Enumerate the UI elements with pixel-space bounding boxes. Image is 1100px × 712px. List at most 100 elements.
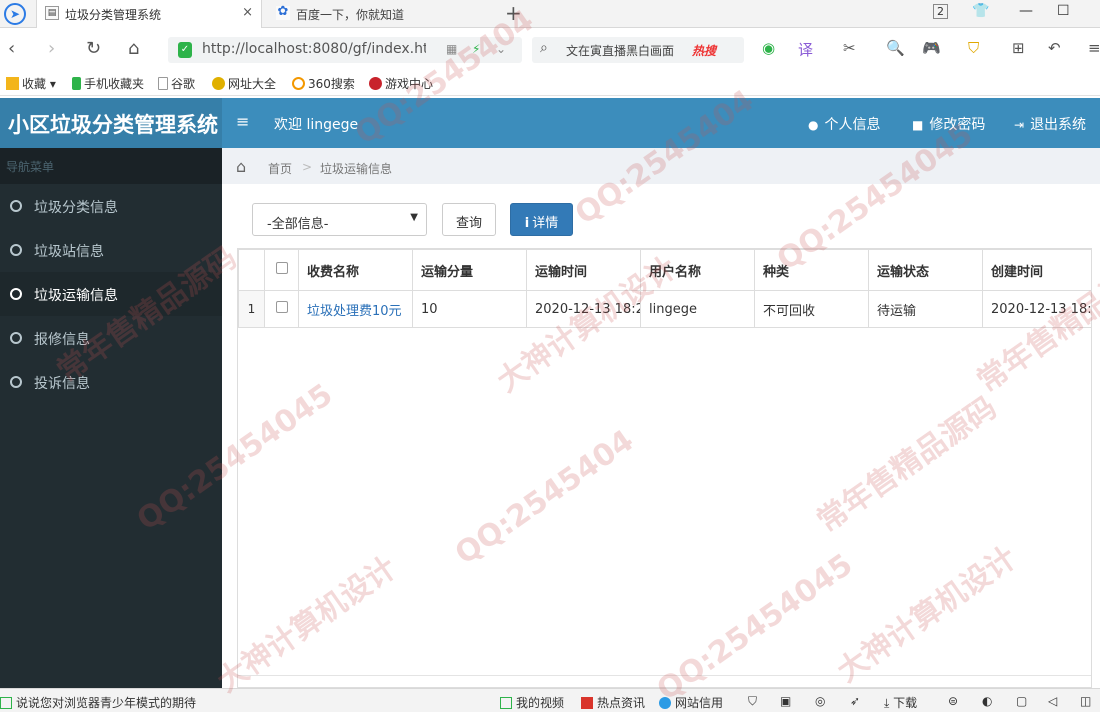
table-cell: 2020-12-13 18:24 (526, 290, 641, 328)
skin-icon[interactable]: 👕 (972, 3, 989, 19)
query-button[interactable]: 查询 (442, 203, 496, 236)
magnifier-icon[interactable]: 🔍 (886, 39, 905, 57)
page-favicon-icon: ▤ (45, 6, 59, 20)
circle-icon (10, 200, 22, 212)
undo-icon[interactable]: ↶ (1048, 39, 1061, 57)
bookmark-mobile[interactable]: 手机收藏夹 (72, 75, 144, 92)
qr-code-icon[interactable]: ▦ (446, 42, 457, 56)
volume-icon[interactable]: ◁ (1048, 694, 1057, 708)
apps-grid-icon[interactable]: ⊞ (1012, 39, 1025, 57)
back-icon[interactable]: ‹ (8, 38, 15, 59)
home-icon[interactable]: ⌂ (128, 38, 139, 59)
column-header[interactable]: 运输状态 (868, 249, 983, 291)
column-header[interactable]: 运输时间 (526, 249, 641, 291)
fee-name-link[interactable]: 垃圾处理费10元 (307, 304, 402, 319)
sidebar-item-complaint[interactable]: 投诉信息 (0, 360, 222, 404)
select-all-header (264, 249, 299, 291)
row-checkbox[interactable] (275, 301, 288, 313)
column-header[interactable]: 运输分量 (412, 249, 527, 291)
menu-icon[interactable]: ≡ (1088, 39, 1100, 57)
settings-icon[interactable]: ◫ (1080, 694, 1091, 708)
teen-mode-feedback[interactable]: 说说您对浏览器青少年模式的期待 (0, 694, 196, 711)
circle-icon (10, 376, 22, 388)
browser-tab-baidu[interactable]: ✿ 百度一下，你就知道 (268, 0, 494, 28)
search-box[interactable]: ⌕ 文在寅直播黑白画面 热搜 (532, 37, 744, 63)
sidebar-item-garbage-transport[interactable]: 垃圾运输信息 (0, 272, 222, 316)
column-header[interactable]: 用户名称 (640, 249, 755, 291)
close-tab-icon[interactable]: × (242, 5, 253, 20)
select-all-checkbox[interactable] (275, 262, 288, 274)
bookmark-label: 收藏 (22, 77, 47, 91)
hot-search-label[interactable]: 热搜 (692, 42, 716, 59)
search-input[interactable]: 文在寅直播黑白画面 (566, 42, 674, 59)
minimize-icon[interactable]: — (1019, 3, 1033, 19)
bookmark-google[interactable]: 谷歌 (158, 75, 195, 92)
forward-icon[interactable]: › (48, 38, 55, 59)
address-bar[interactable]: ✓ http://localhost:8080/gf/index.htm ▦ ⚡… (168, 37, 522, 63)
browser-logo-icon[interactable]: ➤ (4, 3, 26, 25)
breadcrumb-current: 垃圾运输信息 (320, 162, 393, 176)
bookmark-favorites[interactable]: 收藏 ▾ (6, 75, 56, 92)
app-brand[interactable]: 小区垃圾分类管理系统 (0, 98, 222, 148)
directory-icon (212, 77, 225, 90)
rocket-icon[interactable]: ➶ (850, 694, 860, 708)
sidebar-item-garbage-station[interactable]: 垃圾站信息 (0, 228, 222, 272)
status-left-text: 说说您对浏览器青少年模式的期待 (16, 696, 197, 710)
image-icon[interactable]: ▣ (780, 694, 791, 708)
breadcrumb-home[interactable]: 首页 (268, 160, 292, 177)
circle-icon (10, 288, 22, 300)
column-header[interactable]: 种类 (754, 249, 869, 291)
new-tab-button[interactable]: + (505, 1, 522, 25)
tab-count-badge[interactable]: 2 (933, 4, 948, 19)
my-videos-link[interactable]: 我的视频 (500, 694, 564, 711)
maximize-icon[interactable]: ☐ (1057, 3, 1070, 19)
bookmark-url-directory[interactable]: 网址大全 (212, 75, 276, 92)
sidebar-header: 导航菜单 (0, 148, 222, 184)
transport-table: 收费名称 运输分量 运输时间 用户名称 种类 运输状态 创建时间 1 垃圾处理费… (238, 249, 1091, 328)
row-number-header (238, 249, 265, 291)
table-cell: 不可回收 (754, 290, 869, 328)
horizontal-scrollbar[interactable] (238, 675, 1091, 687)
download-button[interactable]: ⤓ 下载 (884, 694, 917, 711)
wechat-icon[interactable]: ◉ (762, 39, 775, 57)
sidebar-item-garbage-category[interactable]: 垃圾分类信息 (0, 184, 222, 228)
compass-icon[interactable]: ◎ (815, 694, 825, 708)
bookmark-360-search[interactable]: 360搜索 (292, 75, 355, 92)
browser-icon[interactable]: ◐ (982, 694, 992, 708)
sidebar-item-repair[interactable]: 报修信息 (0, 316, 222, 360)
app-header: 小区垃圾分类管理系统 ≡ 欢迎 lingege ● 个人信息 ■ 修改密码 ⇥ 退出系… (0, 98, 1100, 148)
reload-icon[interactable]: ↻ (86, 38, 101, 59)
translate-icon[interactable]: 译 (798, 39, 813, 60)
hot-news-link[interactable]: 热点资讯 (581, 694, 645, 711)
star-icon (6, 77, 19, 90)
screenshot-icon[interactable]: ✂ (843, 39, 856, 57)
detail-button[interactable]: i 详情 (510, 203, 573, 236)
chevron-down-icon[interactable]: ⌄ (496, 42, 506, 56)
speed-mode-icon[interactable]: ⚡ (472, 42, 480, 56)
browser-tab-active[interactable]: ▤ 垃圾分类管理系统 × (36, 0, 262, 28)
url-text[interactable]: http://localhost:8080/gf/index.htm (202, 41, 426, 57)
sidebar-toggle-icon[interactable]: ≡ (236, 112, 249, 131)
site-credit-link[interactable]: 网站信用 (659, 694, 723, 711)
column-header[interactable]: 创建时间 (982, 249, 1091, 291)
change-password-link[interactable]: ■ 修改密码 (912, 114, 985, 134)
home-icon[interactable]: ⌂ (236, 157, 246, 176)
table-row[interactable]: 1 垃圾处理费10元 10 2020-12-13 18:24 lingege 不… (238, 290, 1091, 328)
feedback-icon (0, 697, 12, 709)
sidebar-item-label: 垃圾运输信息 (34, 288, 118, 304)
shield-coin-icon[interactable]: ⛉ (968, 39, 979, 57)
page-icon (158, 77, 168, 90)
shield-icon[interactable]: ⛉ (748, 694, 757, 709)
column-header[interactable]: 收费名称 (298, 249, 413, 291)
user-icon: ● (808, 118, 819, 132)
gamepad-icon[interactable]: ⊜ (948, 694, 958, 708)
filter-select[interactable]: -全部信息- ▼ (252, 203, 427, 236)
profile-link[interactable]: ● 个人信息 (808, 114, 880, 134)
logout-link[interactable]: ⇥ 退出系统 (1014, 114, 1086, 134)
download-label: 下载 (893, 696, 918, 710)
game-icon[interactable]: 🎮 (922, 39, 941, 57)
bookmark-game-center[interactable]: 游戏中心 (369, 75, 433, 92)
status-item-label: 热点资讯 (597, 696, 646, 710)
window-icon[interactable]: ▢ (1016, 694, 1027, 708)
table-cell[interactable]: 垃圾处理费10元 (298, 290, 413, 328)
